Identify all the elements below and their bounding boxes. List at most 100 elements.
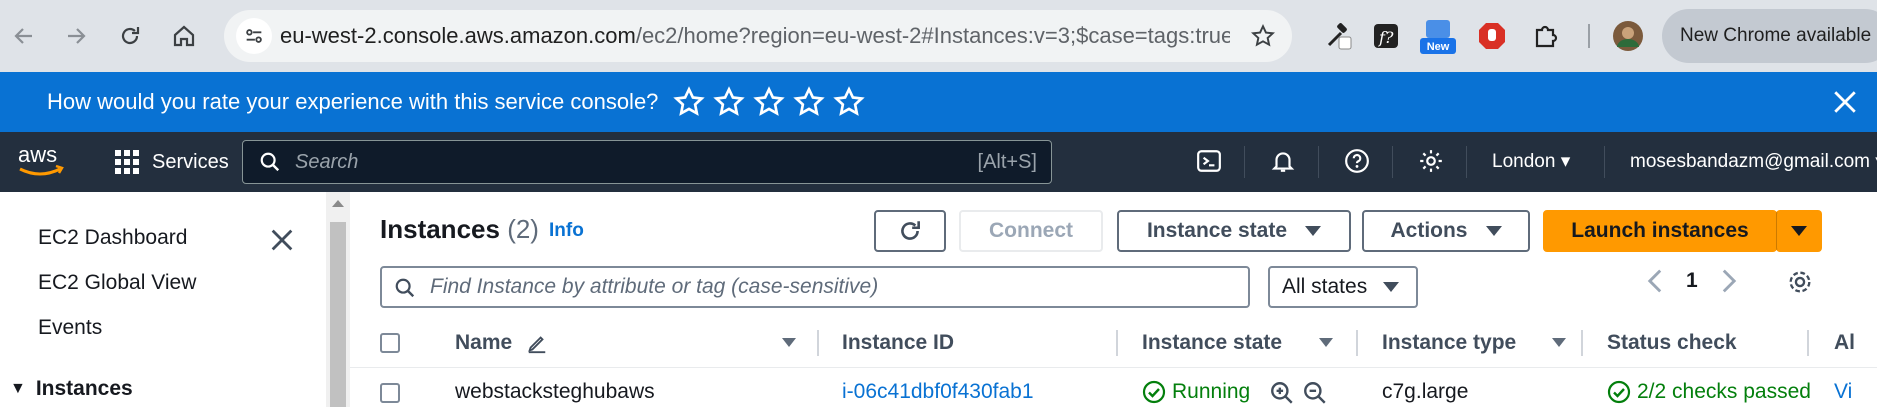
launch-options-dropdown[interactable] (1776, 210, 1822, 252)
chevron-left-icon[interactable] (1646, 268, 1664, 294)
star-3-icon[interactable] (753, 86, 785, 118)
actions-dropdown[interactable]: Actions (1362, 210, 1530, 252)
chevron-right-icon[interactable] (1720, 268, 1738, 294)
svg-text:New: New (1427, 41, 1450, 53)
sidebar-item-events[interactable]: Events (38, 316, 102, 340)
extensions-button[interactable] (1524, 14, 1568, 58)
column-header-instance-id[interactable]: Instance ID (842, 318, 954, 368)
site-info-button[interactable] (236, 18, 272, 54)
column-header-name[interactable]: Name (455, 318, 548, 368)
browser-toolbar: eu-west-2.console.aws.amazon.com/ec2/hom… (0, 0, 1877, 72)
column-divider[interactable] (817, 330, 819, 356)
close-banner-icon[interactable] (1832, 89, 1858, 115)
svg-text:aws: aws (18, 142, 57, 167)
feedback-question: How would you rate your experience with … (47, 89, 659, 114)
eyedropper-extension[interactable] (1316, 14, 1360, 58)
avatar-icon (1613, 21, 1643, 51)
sidebar-section-instances[interactable]: ▼ Instances (10, 377, 133, 401)
ec2-sidebar: EC2 Dashboard EC2 Global View Events ▼ I… (0, 192, 326, 407)
profile-avatar[interactable] (1606, 14, 1650, 58)
nav-divider (1466, 146, 1467, 178)
sort-caret-icon[interactable] (1319, 338, 1333, 347)
help-icon[interactable] (1344, 148, 1370, 174)
launch-instances-button[interactable]: Launch instances (1543, 210, 1777, 252)
bookmark-star-icon[interactable] (1250, 23, 1276, 49)
star-5-icon[interactable] (833, 86, 865, 118)
services-label: Services (152, 150, 229, 173)
search-placeholder: Search (295, 151, 359, 173)
zoom-in-icon[interactable] (1269, 380, 1295, 406)
function-icon: f? (1374, 24, 1398, 48)
table-header: Name Instance ID Instance state Instance… (350, 318, 1877, 368)
column-divider[interactable] (1116, 330, 1118, 356)
sidebar-item-ec2-dashboard[interactable]: EC2 Dashboard (38, 226, 187, 250)
states-filter-dropdown[interactable]: All states (1268, 266, 1418, 308)
svg-text:f?: f? (1378, 28, 1394, 47)
instances-panel: Instances (2) Info Connect Instance stat… (350, 192, 1877, 407)
forward-arrow-icon (68, 28, 86, 44)
close-sidebar-icon[interactable] (268, 226, 296, 254)
instance-type: c7g.large (1382, 380, 1469, 403)
stop-hand-icon (1479, 23, 1505, 49)
table-row[interactable]: webstacksteghubaws i-06c41dbf0f430fab1 R… (350, 368, 1877, 418)
alarm-status-link[interactable]: Vi (1834, 368, 1852, 416)
scroll-up-arrow-icon[interactable] (332, 200, 344, 207)
column-header-instance-type[interactable]: Instance type (1382, 318, 1516, 368)
rating-stars (673, 86, 865, 118)
services-menu[interactable]: Services (114, 132, 229, 192)
reload-button[interactable] (108, 14, 152, 58)
info-link[interactable]: Info (549, 220, 584, 242)
back-button[interactable] (2, 14, 46, 58)
check-circle-icon (1607, 380, 1631, 404)
scrollbar-thumb[interactable] (330, 222, 346, 407)
cloudshell-icon[interactable] (1196, 148, 1222, 174)
select-all-checkbox[interactable] (380, 333, 400, 353)
aws-top-nav: aws Services Search [Alt+S] London ▾ mos… (0, 132, 1877, 192)
search-shortcut: [Alt+S] (977, 151, 1037, 173)
account-menu[interactable]: mosesbandazm@gmail.com ▾ (1630, 132, 1877, 192)
column-header-instance-state[interactable]: Instance state (1142, 318, 1282, 368)
sidebar-scrollbar[interactable] (326, 192, 350, 407)
address-bar[interactable]: eu-west-2.console.aws.amazon.com/ec2/hom… (224, 10, 1292, 62)
formula-extension[interactable]: f? (1364, 14, 1408, 58)
toolbar-divider (1588, 24, 1590, 48)
status-check: 2/2 checks passed (1607, 368, 1811, 416)
instance-id-link[interactable]: i-06c41dbf0f430fab1 (842, 368, 1034, 416)
column-divider[interactable] (1807, 330, 1809, 356)
notifications-bell-icon[interactable] (1270, 148, 1296, 174)
column-divider[interactable] (1581, 330, 1583, 356)
instance-state-dropdown[interactable]: Instance state (1117, 210, 1351, 252)
search-icon (260, 152, 280, 172)
settings-gear-icon[interactable] (1418, 148, 1444, 174)
search-icon (395, 278, 415, 298)
row-select-checkbox[interactable] (380, 383, 400, 403)
adblock-extension[interactable] (1470, 14, 1514, 58)
caret-down-icon (1485, 226, 1502, 236)
current-page[interactable]: 1 (1686, 269, 1698, 293)
region-selector[interactable]: London ▾ (1492, 132, 1570, 192)
pagination: 1 (1646, 268, 1738, 294)
nav-divider (1244, 146, 1245, 178)
connect-button[interactable]: Connect (959, 210, 1103, 252)
instance-filter-input[interactable]: Find Instance by attribute or tag (case-… (380, 266, 1250, 308)
console-search-input[interactable]: Search [Alt+S] (242, 140, 1052, 184)
star-2-icon[interactable] (713, 86, 745, 118)
refresh-button[interactable] (874, 210, 946, 252)
home-button[interactable] (162, 14, 206, 58)
star-1-icon[interactable] (673, 86, 705, 118)
aws-logo[interactable]: aws (16, 142, 68, 182)
sort-caret-icon[interactable] (782, 338, 796, 347)
puzzle-icon (1535, 25, 1558, 48)
preferences-gear-icon[interactable] (1786, 268, 1814, 296)
page-title: Instances (2) (380, 214, 539, 244)
column-header-alarm-status[interactable]: Al (1834, 318, 1855, 368)
column-header-status-check[interactable]: Status check (1607, 318, 1737, 368)
news-extension[interactable]: New (1416, 14, 1460, 58)
update-chrome-button[interactable]: New Chrome available (1662, 9, 1877, 63)
column-divider[interactable] (1356, 330, 1358, 356)
sidebar-item-ec2-global-view[interactable]: EC2 Global View (38, 271, 196, 295)
star-4-icon[interactable] (793, 86, 825, 118)
forward-button[interactable] (54, 14, 98, 58)
zoom-out-icon[interactable] (1302, 380, 1328, 406)
sort-caret-icon[interactable] (1552, 338, 1566, 347)
